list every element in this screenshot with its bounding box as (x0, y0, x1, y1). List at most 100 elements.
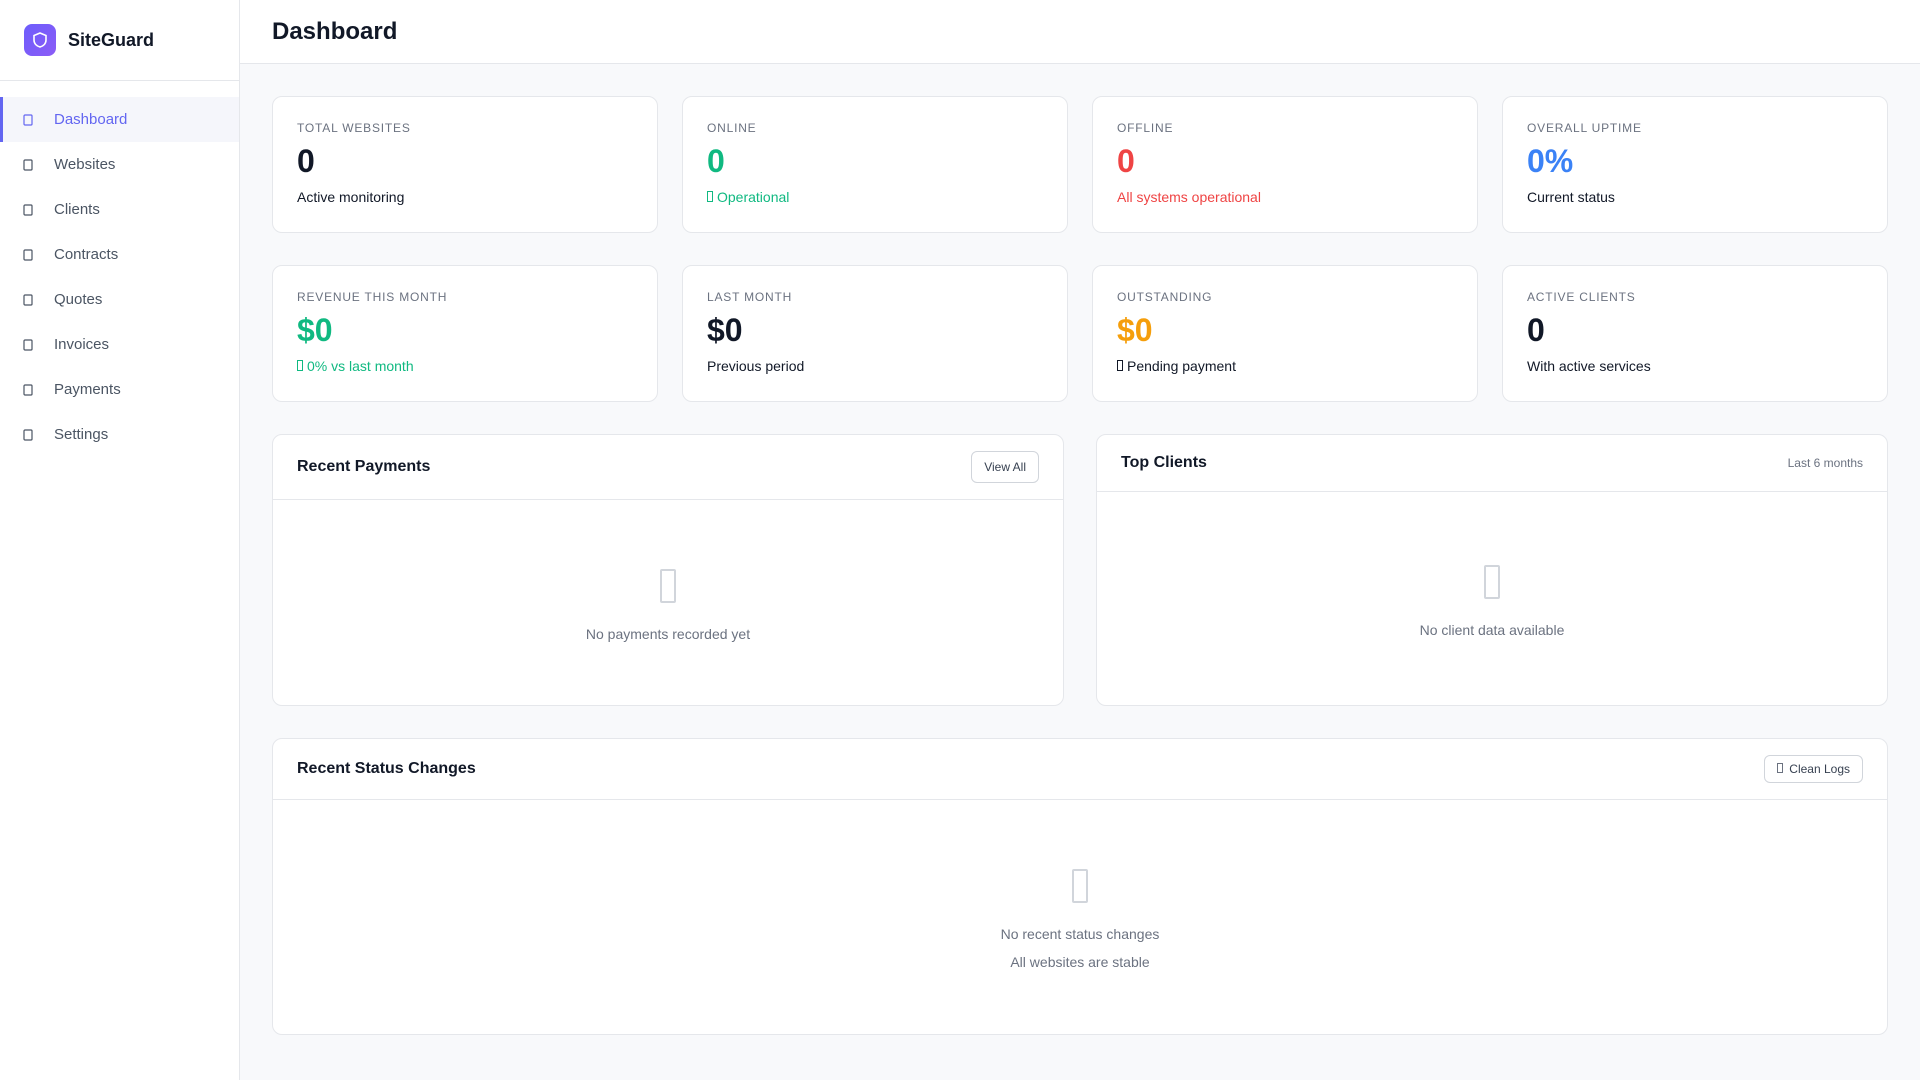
stat-value: 0 (1527, 312, 1545, 348)
sidebar-item-quotes[interactable]: Quotes (0, 277, 239, 322)
stat-sub: Active monitoring (297, 189, 633, 205)
stat-sub: Current status (1527, 189, 1863, 205)
stat-card-online: ONLINE 0 Operational (682, 96, 1068, 233)
history-icon (1058, 864, 1102, 908)
empty-state: No recent status changes All websites ar… (273, 800, 1887, 1034)
dashboard-content: TOTAL WEBSITES 0 Active monitoring ONLIN… (240, 64, 1920, 1067)
stat-label: ONLINE (707, 121, 757, 135)
stat-value: $0 (1117, 312, 1153, 348)
clean-logs-label: Clean Logs (1789, 762, 1850, 776)
brand[interactable]: SiteGuard (0, 0, 239, 81)
stat-label: OVERALL UPTIME (1527, 121, 1642, 135)
stat-label: TOTAL WEBSITES (297, 121, 411, 135)
stat-value: $0 (707, 312, 743, 348)
empty-state: No client data available (1097, 492, 1887, 705)
users-icon (22, 202, 34, 218)
stat-value: 0% (1527, 143, 1574, 179)
panel-title: Recent Status Changes (297, 760, 476, 777)
stat-value: 0 (297, 143, 315, 179)
sidebar-item-dashboard[interactable]: Dashboard (0, 97, 239, 142)
stat-sub: Previous period (707, 358, 1043, 374)
empty-subtext: All websites are stable (1010, 954, 1150, 970)
sidebar-item-payments[interactable]: Payments (0, 367, 239, 412)
sidebar: SiteGuard Dashboard Websites Clients Con… (0, 0, 240, 1080)
stat-label: LAST MONTH (707, 290, 793, 304)
app-name: SiteGuard (68, 29, 155, 50)
arrow-up-icon (297, 358, 303, 374)
sidebar-item-label: Payments (54, 381, 121, 398)
sidebar-item-websites[interactable]: Websites (0, 142, 239, 187)
recent-payments-panel: Recent Payments View All No payments rec… (272, 434, 1064, 706)
sidebar-item-label: Contracts (54, 246, 119, 263)
panel-title: Recent Payments (297, 458, 431, 475)
topbar: Dashboard (240, 0, 1920, 64)
stat-sub-text: Pending payment (1127, 358, 1236, 374)
panel-header: Recent Status Changes Clean Logs (273, 739, 1887, 800)
stat-label: OUTSTANDING (1117, 290, 1213, 304)
view-all-button[interactable]: View All (971, 451, 1039, 483)
panel-title: Top Clients (1121, 454, 1207, 471)
stat-value: $0 (297, 312, 333, 348)
stat-sub-text: Active monitoring (297, 189, 405, 205)
sidebar-item-label: Invoices (54, 336, 110, 353)
sidebar-item-settings[interactable]: Settings (0, 412, 239, 457)
stat-sub-text: All systems operational (1117, 189, 1261, 205)
sidebar-item-clients[interactable]: Clients (0, 187, 239, 232)
stat-card-last-month: LAST MONTH $0 Previous period (682, 265, 1068, 402)
stat-sub-text: Previous period (707, 358, 805, 374)
stat-card-total-websites: TOTAL WEBSITES 0 Active monitoring (272, 96, 658, 233)
period-label: Last 6 months (1787, 456, 1863, 470)
users-icon (1470, 560, 1514, 604)
stat-sub: All systems operational (1117, 189, 1453, 205)
dashboard-icon (22, 112, 34, 128)
clock-icon (1117, 358, 1123, 374)
quote-icon (22, 292, 34, 308)
stat-sub: 0% vs last month (297, 358, 633, 374)
file-contract-icon (22, 247, 34, 263)
empty-text: No recent status changes (1000, 926, 1160, 942)
receipt-icon (646, 564, 690, 608)
sidebar-item-invoices[interactable]: Invoices (0, 322, 239, 367)
stat-card-offline: OFFLINE 0 All systems operational (1092, 96, 1478, 233)
stat-value: 0 (1117, 143, 1135, 179)
stat-sub-text: 0% vs last month (307, 358, 414, 374)
panel-header: Recent Payments View All (273, 435, 1063, 500)
sidebar-item-label: Websites (54, 156, 116, 173)
stat-card-overall-uptime: OVERALL UPTIME 0% Current status (1502, 96, 1888, 233)
credit-card-icon (22, 382, 34, 398)
empty-text: No payments recorded yet (585, 625, 751, 642)
stats-row-monitoring: TOTAL WEBSITES 0 Active monitoring ONLIN… (272, 96, 1888, 233)
stat-label: REVENUE THIS MONTH (297, 290, 448, 304)
invoice-icon (22, 337, 34, 353)
globe-icon (22, 157, 34, 173)
check-circle-icon (707, 189, 713, 205)
stat-sub-text: With active services (1527, 358, 1651, 374)
stat-sub: Pending payment (1117, 358, 1453, 374)
stat-card-revenue-this-month: REVENUE THIS MONTH $0 0% vs last month (272, 265, 658, 402)
sidebar-nav: Dashboard Websites Clients Contracts Quo… (0, 81, 239, 457)
stat-label: ACTIVE CLIENTS (1527, 290, 1636, 304)
sidebar-item-label: Settings (54, 426, 109, 443)
clean-logs-button[interactable]: Clean Logs (1764, 755, 1863, 783)
main: Dashboard TOTAL WEBSITES 0 Active monito… (240, 0, 1920, 1080)
empty-state: No payments recorded yet (273, 500, 1063, 705)
sidebar-item-label: Clients (54, 201, 100, 218)
sidebar-item-label: Quotes (54, 291, 103, 308)
shield-icon (24, 24, 56, 56)
stat-sub-text: Operational (717, 189, 790, 205)
stat-value: 0 (707, 143, 725, 179)
recent-status-changes-panel: Recent Status Changes Clean Logs No rece… (272, 738, 1888, 1035)
broom-icon (1777, 762, 1784, 776)
stat-sub-text: Current status (1527, 189, 1615, 205)
sidebar-item-contracts[interactable]: Contracts (0, 232, 239, 277)
sidebar-item-label: Dashboard (54, 111, 128, 128)
gear-icon (22, 427, 34, 443)
panels-row: Recent Payments View All No payments rec… (272, 434, 1888, 706)
stat-sub: With active services (1527, 358, 1863, 374)
stat-sub: Operational (707, 189, 1043, 205)
stat-card-active-clients: ACTIVE CLIENTS 0 With active services (1502, 265, 1888, 402)
stat-label: OFFLINE (1117, 121, 1174, 135)
panel-header: Top Clients Last 6 months (1097, 435, 1887, 492)
top-clients-panel: Top Clients Last 6 months No client data… (1096, 434, 1888, 706)
stat-card-outstanding: OUTSTANDING $0 Pending payment (1092, 265, 1478, 402)
